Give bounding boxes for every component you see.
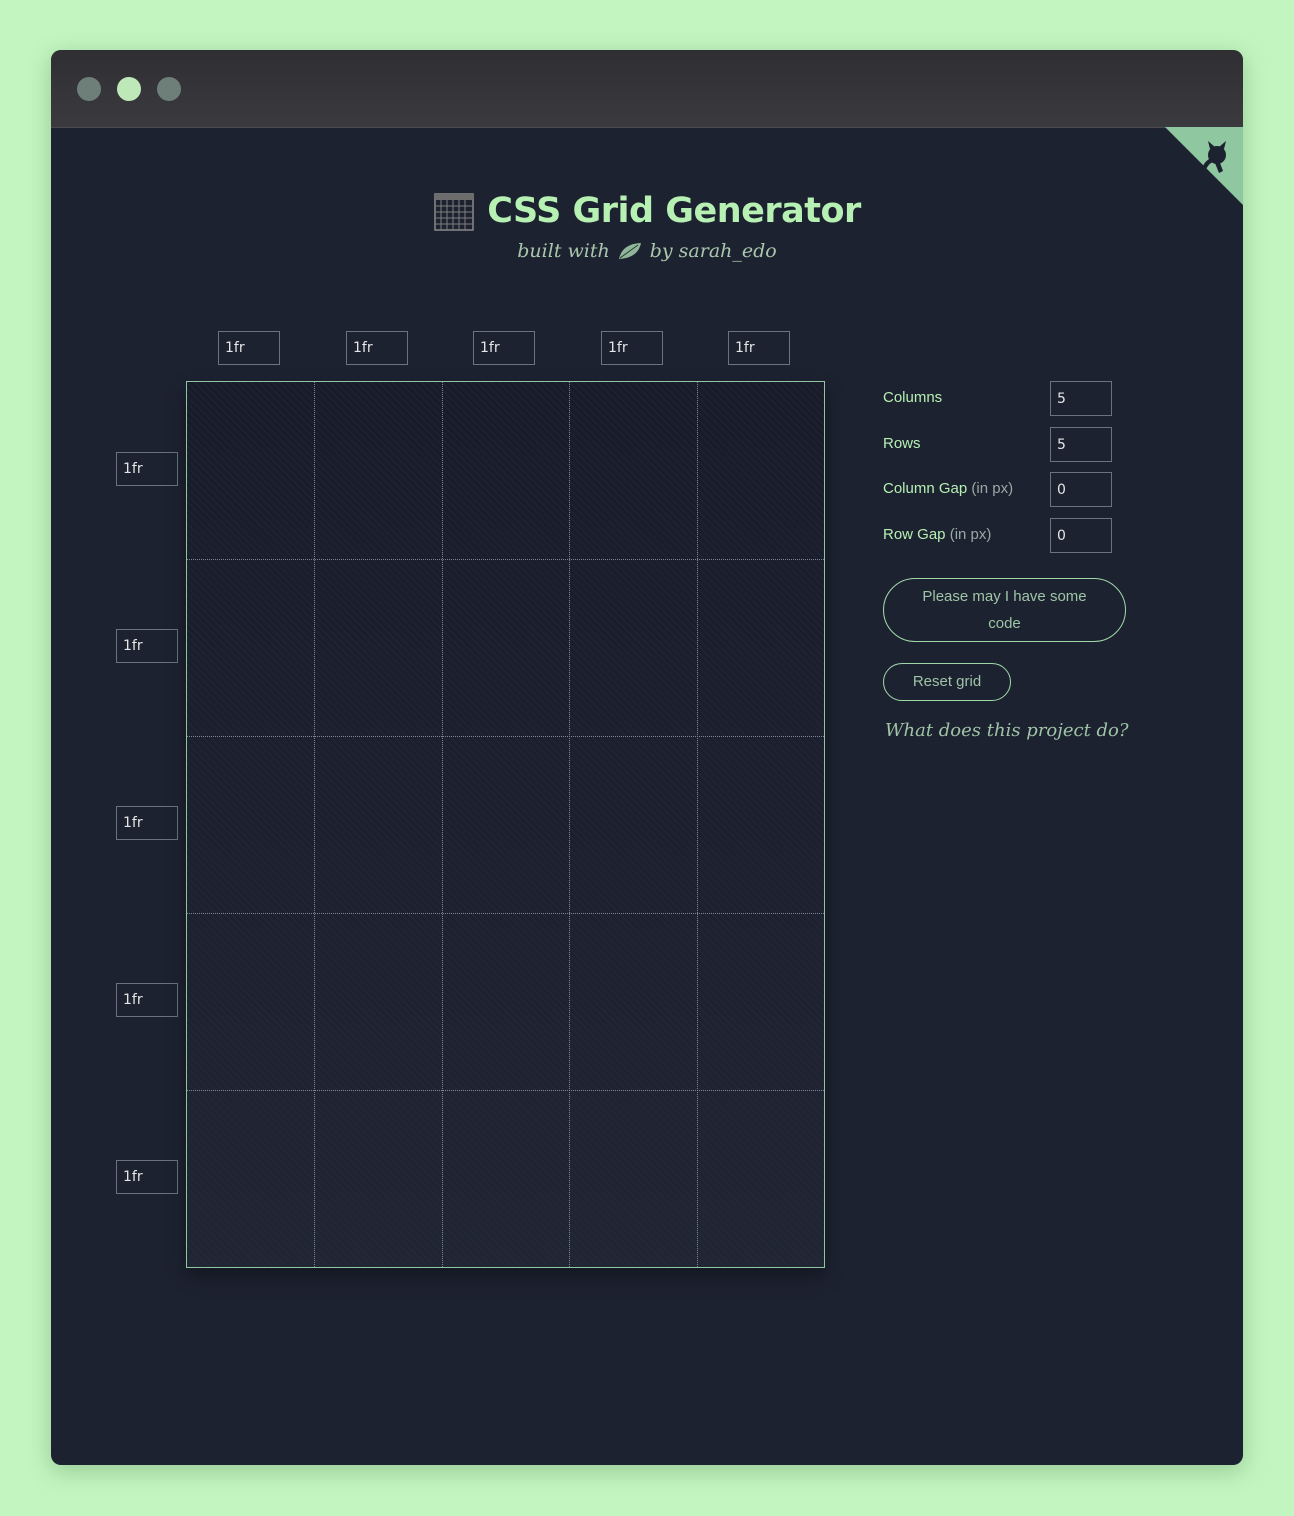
window-titlebar (51, 50, 1243, 128)
column-track-input-5[interactable] (728, 331, 790, 365)
window-minimize-button[interactable] (117, 77, 141, 101)
grid-column-line (697, 382, 698, 1267)
grid-row-line (187, 1090, 824, 1091)
column-track-input-1[interactable] (218, 331, 280, 365)
rows-label: Rows (883, 435, 921, 452)
columns-input[interactable] (1050, 381, 1112, 416)
column-gap-unit: (in px) (971, 480, 1014, 497)
row-gap-unit: (in px) (949, 526, 992, 543)
row-track-input-3[interactable] (116, 806, 178, 840)
row-track-input-5[interactable] (116, 1160, 178, 1194)
column-gap-label-text: Column Gap (883, 480, 968, 497)
page-title: CSS Grid Generator (487, 191, 861, 231)
grid-column-line (569, 382, 570, 1267)
grid-row-line (187, 913, 824, 914)
row-track-input-2[interactable] (116, 629, 178, 663)
grid-row-line (187, 559, 824, 560)
column-track-input-2[interactable] (346, 331, 408, 365)
page-subtitle: built with by sarah_edo (517, 240, 776, 262)
column-gap-input[interactable] (1050, 472, 1112, 507)
window-close-button[interactable] (77, 77, 101, 101)
grid-canvas[interactable] (186, 381, 825, 1268)
row-gap-label: Row Gap (in px) (883, 526, 991, 543)
about-project-link[interactable]: What does this project do? (885, 720, 1129, 741)
subtitle-prefix: built with (517, 240, 610, 262)
rows-input[interactable] (1050, 427, 1112, 462)
reset-grid-button[interactable]: Reset grid (883, 663, 1011, 701)
row-track-input-4[interactable] (116, 983, 178, 1017)
browser-window: CSS Grid Generator built with by sarah_e… (51, 50, 1243, 1465)
column-track-input-3[interactable] (473, 331, 535, 365)
row-track-input-1[interactable] (116, 452, 178, 486)
column-track-input-4[interactable] (601, 331, 663, 365)
grid-column-line (314, 382, 315, 1267)
leaf-icon (618, 243, 641, 259)
grid-column-line (442, 382, 443, 1267)
window-maximize-button[interactable] (157, 77, 181, 101)
get-code-button[interactable]: Please may I have some code (883, 578, 1126, 642)
grid-row-line (187, 736, 824, 737)
row-gap-label-text: Row Gap (883, 526, 946, 543)
page-header: CSS Grid Generator built with by sarah_e… (51, 190, 1243, 262)
columns-label: Columns (883, 389, 943, 406)
row-gap-input[interactable] (1050, 518, 1112, 553)
subtitle-suffix: by sarah_edo (649, 240, 777, 262)
grid-icon (434, 193, 474, 231)
column-gap-label: Column Gap (in px) (883, 480, 1013, 497)
title-row: CSS Grid Generator (433, 190, 861, 232)
